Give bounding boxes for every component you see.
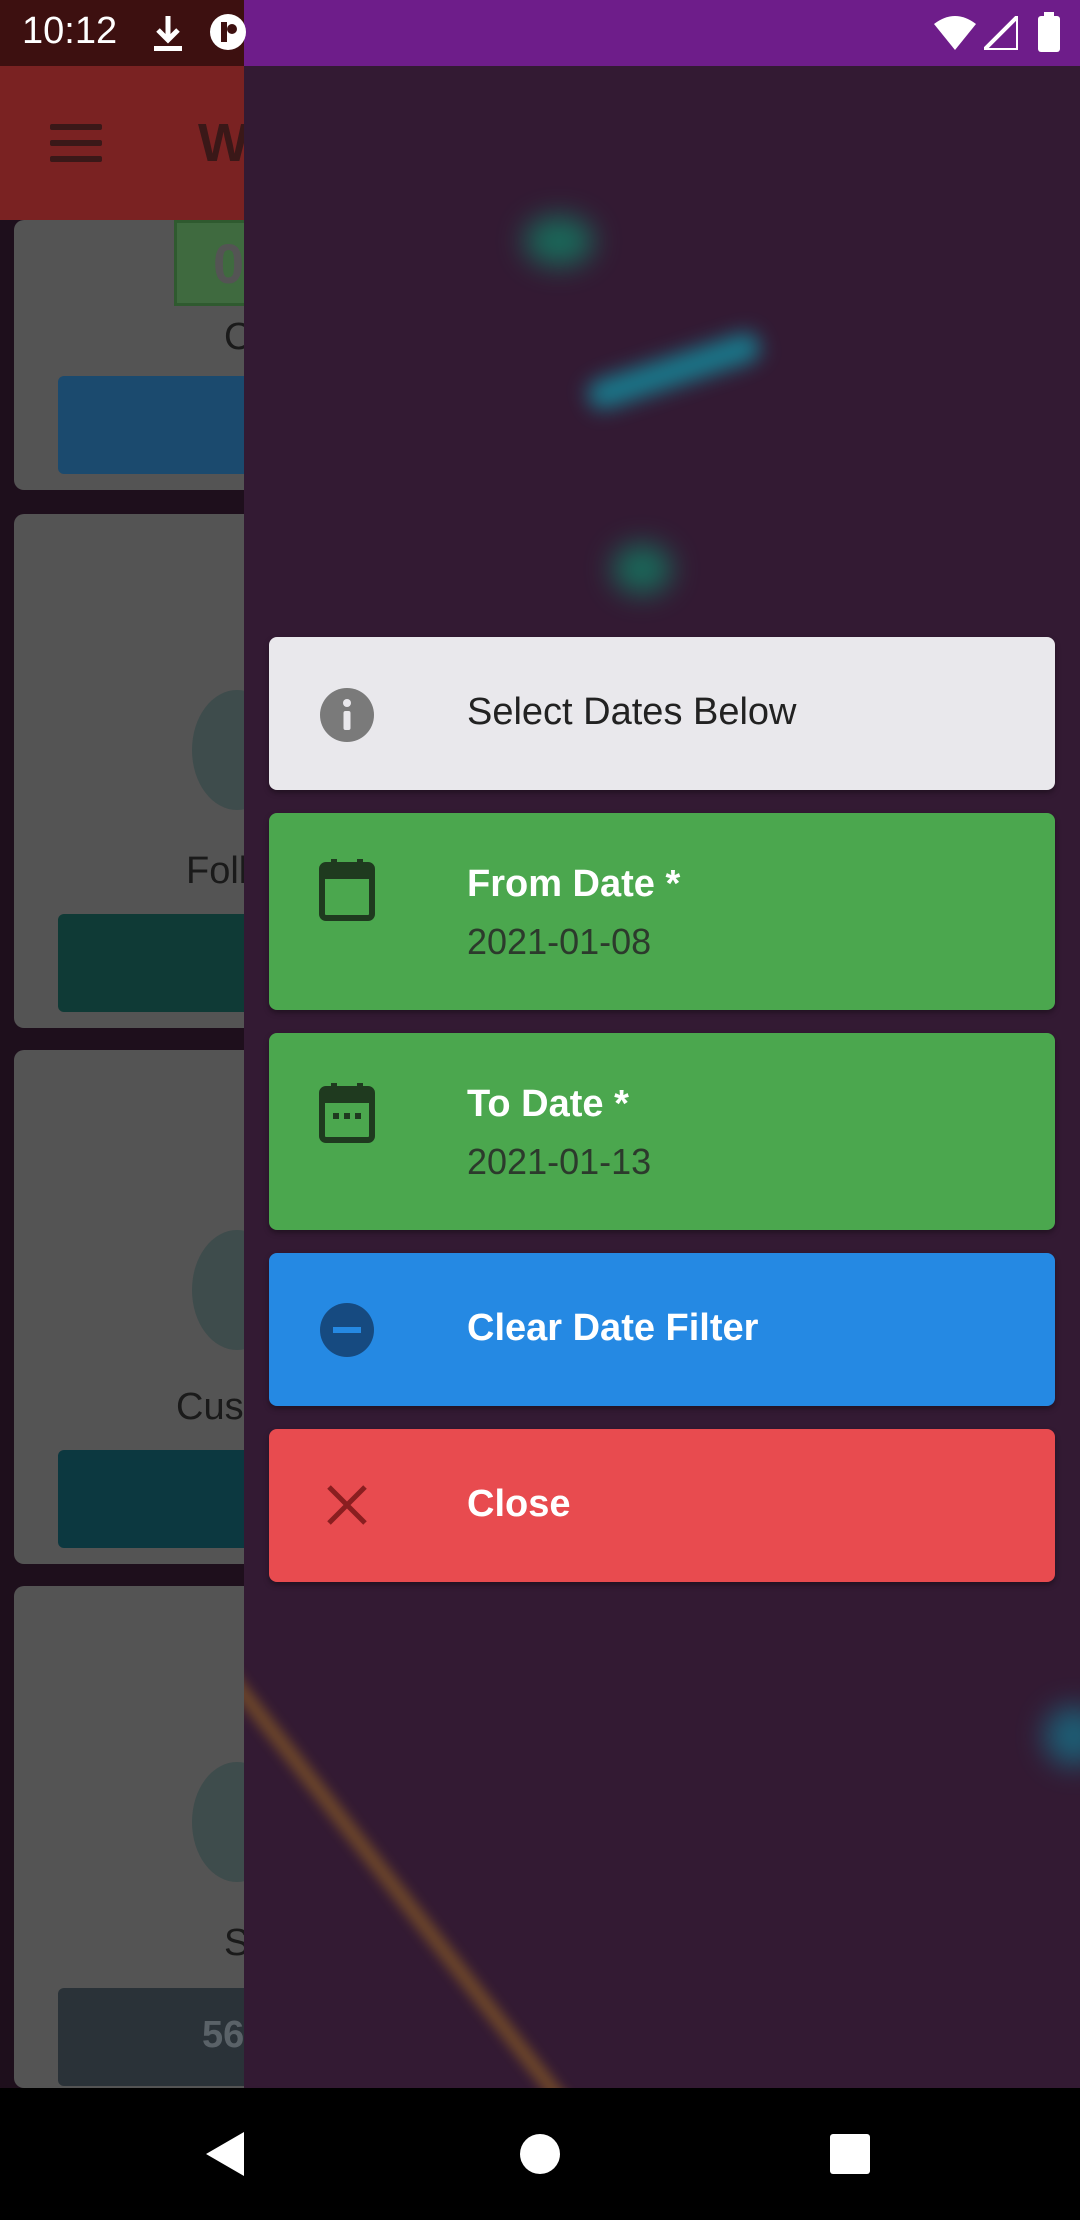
hamburger-menu-icon[interactable] [50,124,102,162]
app-notification-icon [210,14,246,50]
recents-icon[interactable] [830,2134,870,2174]
from-date-item[interactable]: From Date * 2021-01-08 [269,813,1055,1010]
close-button[interactable]: Close [269,1429,1055,1582]
calendar-dots-icon [319,1083,375,1143]
card-label: Foll [186,850,248,892]
background-decoration [524,216,594,266]
home-icon[interactable] [518,2132,562,2176]
background-decoration [1044,1706,1080,1766]
cellular-signal-icon [984,16,1018,50]
status-time: 10:12 [22,10,118,52]
background-decoration [612,544,672,594]
battery-icon [1038,12,1060,52]
system-navigation-bar [0,2088,1080,2220]
wifi-icon [934,16,976,50]
clear-date-filter-label: Clear Date Filter [467,1307,759,1349]
calendar-icon [319,859,375,921]
download-icon [154,16,182,51]
select-dates-label: Select Dates Below [467,691,797,733]
info-icon [320,688,374,742]
to-date-label: To Date * [467,1083,629,1125]
minus-circle-icon [320,1303,374,1357]
to-date-value: 2021-01-13 [467,1141,652,1182]
card-label: Cus [176,1386,244,1428]
close-label: Close [467,1483,571,1525]
from-date-value: 2021-01-08 [467,921,652,962]
card-counter: 0 [213,232,245,295]
to-date-item[interactable]: To Date * 2021-01-13 [269,1033,1055,1230]
select-dates-info-item: Select Dates Below [269,637,1055,790]
from-date-label: From Date * [467,863,681,905]
back-icon[interactable] [204,2130,248,2178]
app-title: W [198,113,249,173]
clear-date-filter-button[interactable]: Clear Date Filter [269,1253,1055,1406]
background-decoration [583,328,765,414]
close-icon [327,1485,367,1525]
